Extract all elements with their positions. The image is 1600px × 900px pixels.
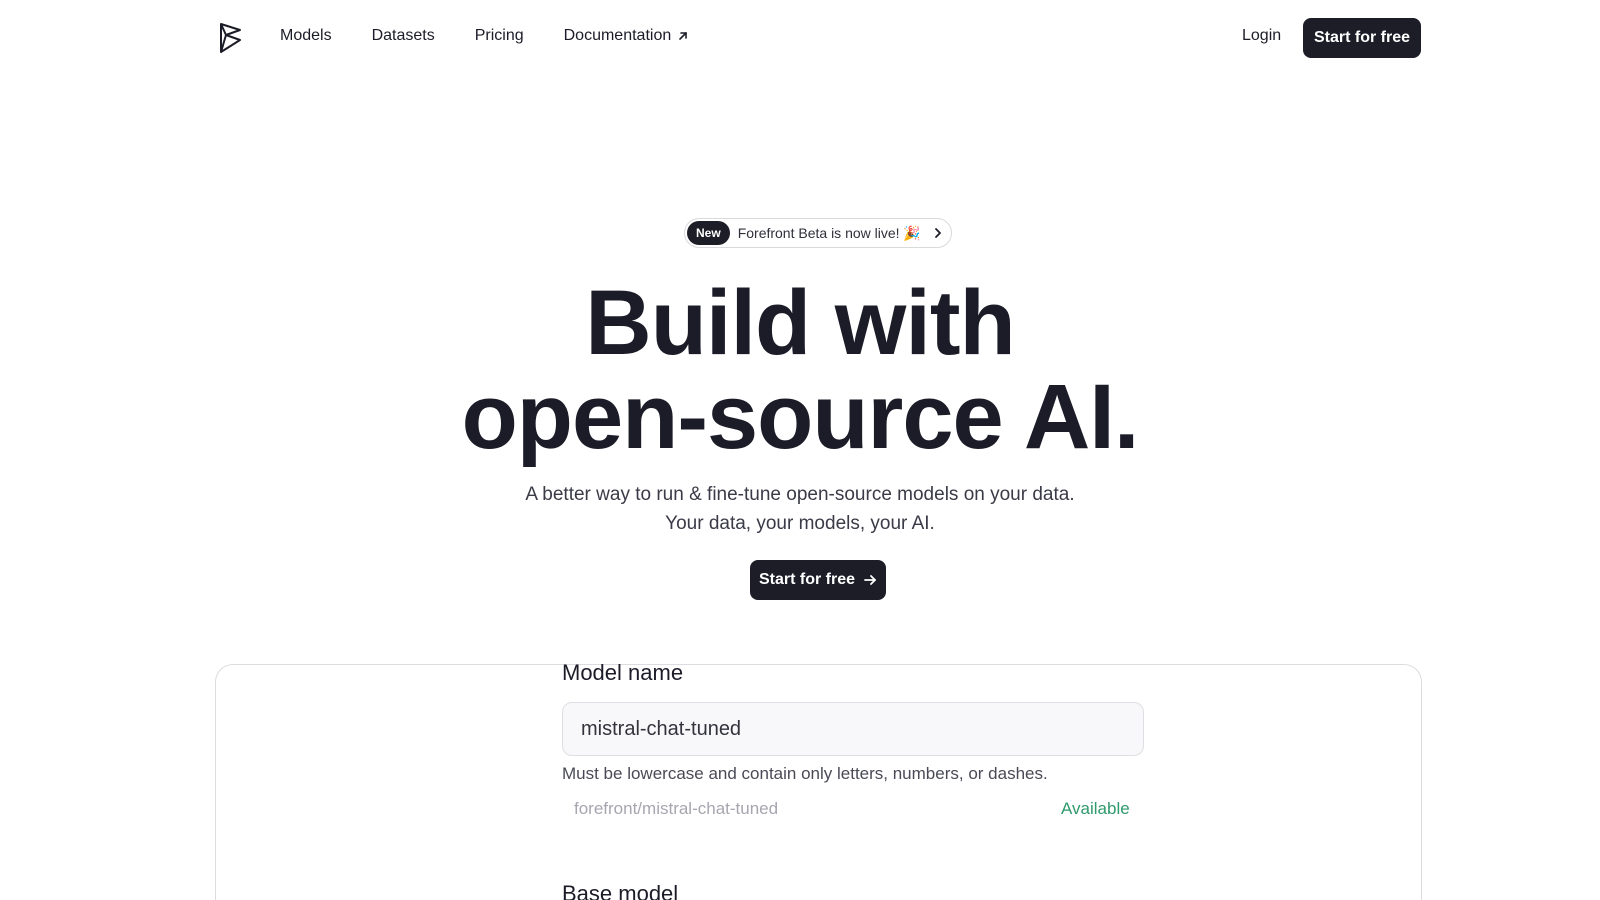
nav-link-models[interactable]: Models [280, 27, 332, 45]
hero-title: Build with open-source AI. [0, 276, 1600, 464]
nav-link-pricing[interactable]: Pricing [475, 27, 524, 45]
hero-start-free-button[interactable]: Start for free [750, 560, 886, 600]
external-link-arrow-icon [679, 32, 688, 40]
nav-links: Models Datasets Pricing Documentation [280, 27, 689, 45]
hero-subtitle-line-2: Your data, your models, your AI. [665, 513, 935, 534]
login-link[interactable]: Login [1242, 27, 1281, 45]
availability-status: Available [1061, 799, 1130, 818]
model-name-help-text: Must be lowercase and contain only lette… [562, 764, 1048, 783]
nav-link-documentation[interactable]: Documentation [564, 27, 690, 45]
hero-subtitle-line-1: A better way to run & fine-tune open-sou… [525, 484, 1075, 505]
forefront-logo-icon[interactable] [218, 22, 244, 54]
model-name-label: Model name [562, 660, 684, 685]
chevron-right-icon [935, 228, 941, 238]
new-tag: New [687, 221, 730, 245]
hero-title-line-2: open-source AI. [461, 366, 1140, 468]
hero-cta-label: Start for free [758, 571, 856, 588]
announcement-badge[interactable]: New Forefront Beta is now live! 🎉 [684, 218, 952, 248]
announcement-text: Forefront Beta is now live! 🎉 [737, 224, 921, 241]
hero-subtitle: A better way to run & fine-tune open-sou… [0, 480, 1600, 538]
model-slug: forefront/mistral-chat-tuned [574, 799, 779, 818]
nav-link-documentation-label: Documentation [563, 27, 672, 44]
arrow-right-icon [864, 575, 876, 585]
nav-link-datasets[interactable]: Datasets [372, 27, 435, 45]
base-model-label: Base model [562, 881, 679, 900]
model-name-input[interactable] [562, 702, 1144, 756]
top-nav: Models Datasets Pricing Documentation Lo… [0, 0, 1600, 76]
nav-start-free-button[interactable]: Start for free [1303, 18, 1421, 58]
hero-title-line-1: Build with [585, 272, 1015, 374]
